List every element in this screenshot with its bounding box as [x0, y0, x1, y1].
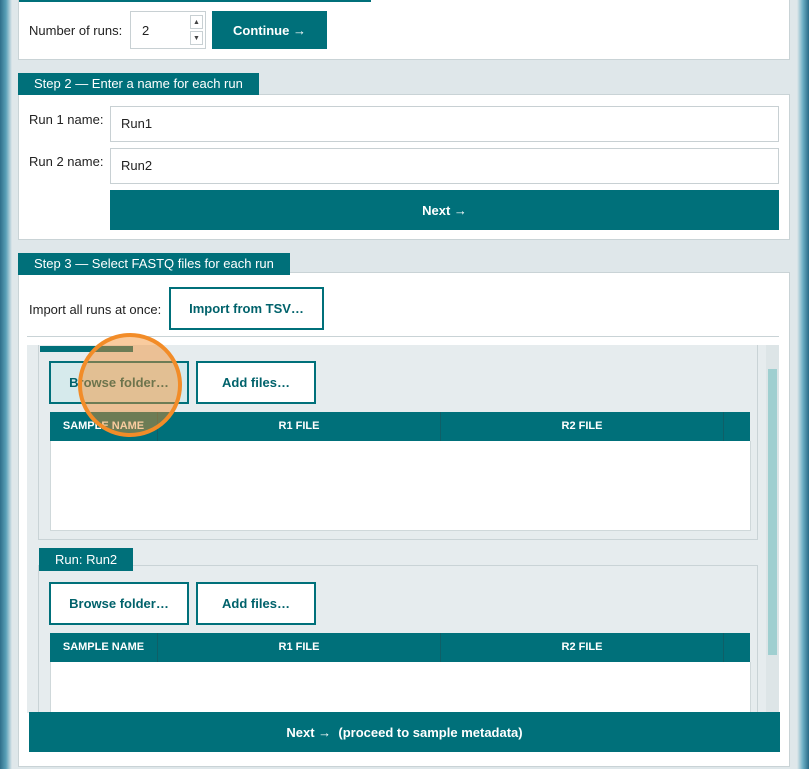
run2-col-sample-name: SAMPLE NAME	[50, 633, 158, 662]
run1-name-value[interactable]: Run1	[121, 116, 152, 131]
import-tsv-button[interactable]: Import from TSV…	[169, 287, 324, 330]
runs-count-label: Number of runs:	[29, 23, 123, 38]
run1-col-r2-file: R2 FILE	[441, 412, 724, 441]
run2-box: Browse folder… Add files… SAMPLE NAME R1…	[38, 565, 758, 713]
run1-add-files-button[interactable]: Add files…	[196, 361, 316, 404]
run2-legend: Run: Run2	[39, 548, 134, 571]
run1-table-body	[50, 441, 751, 531]
run2-add-files-button[interactable]: Add files…	[196, 582, 316, 625]
runs-count-value[interactable]: 2	[142, 23, 149, 38]
runs-scrollbar-track[interactable]	[766, 345, 779, 713]
runs-scrollbar-thumb[interactable]	[768, 369, 777, 655]
continue-button[interactable]: Continue →	[212, 11, 327, 49]
spinner-up-icon[interactable]: ▲	[190, 15, 203, 29]
run2-name-label: Run 2 name:	[29, 154, 104, 169]
step2-legend: Step 2 — Enter a name for each run	[18, 73, 259, 95]
run2-col-r2-file: R2 FILE	[441, 633, 724, 662]
step1-panel: Number of runs: 2 ▲ ▼ Continue →	[18, 0, 790, 60]
proceed-metadata-button[interactable]: Next → (proceed to sample metadata)	[29, 712, 780, 752]
step2-panel: Run 1 name: Run1 Run 2 name: Run2 Next →	[18, 94, 790, 240]
cursor-highlight	[78, 333, 182, 437]
run2-table-body	[50, 662, 751, 713]
import-all-label: Import all runs at once:	[29, 302, 162, 317]
step2-next-button[interactable]: Next →	[110, 190, 779, 230]
run2-table-header: SAMPLE NAME R1 FILE R2 FILE	[50, 633, 750, 662]
step1-legend-bar	[19, 0, 371, 2]
run1-col-r1-file: R1 FILE	[158, 412, 441, 441]
run2-name-input[interactable]: Run2	[110, 148, 779, 184]
spinner-down-icon[interactable]: ▼	[190, 31, 203, 45]
run1-name-input[interactable]: Run1	[110, 106, 779, 142]
run2-name-value[interactable]: Run2	[121, 158, 152, 173]
run2-browse-folder-button[interactable]: Browse folder…	[49, 582, 189, 625]
run2-col-r1-file: R1 FILE	[158, 633, 441, 662]
step3-legend: Step 3 — Select FASTQ files for each run	[18, 253, 290, 275]
runs-count-spinner[interactable]: 2 ▲ ▼	[130, 11, 206, 49]
run1-name-label: Run 1 name:	[29, 112, 104, 127]
